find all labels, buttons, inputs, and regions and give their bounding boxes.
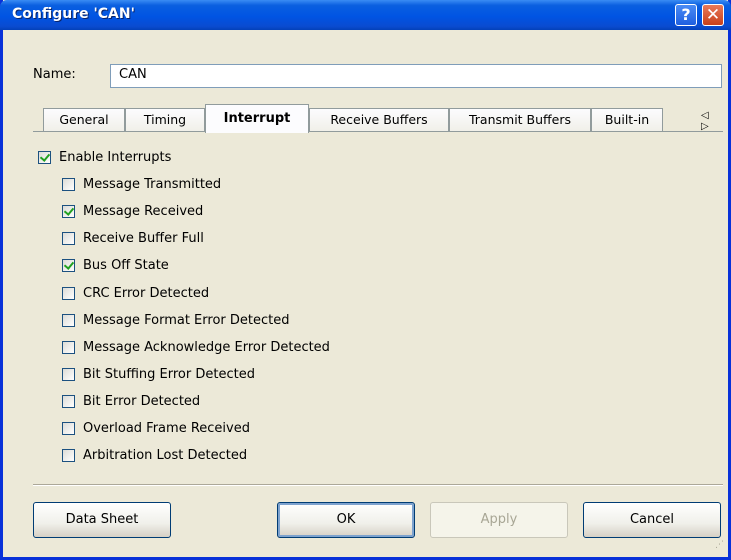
interrupt-checkbox[interactable]	[62, 258, 75, 272]
interrupt-option[interactable]: Message Format Error Detected	[62, 311, 289, 329]
tab-built-in[interactable]: Built-in	[591, 108, 663, 132]
tab-transmit-buffers[interactable]: Transmit Buffers	[449, 108, 591, 132]
interrupt-checkbox[interactable]	[62, 340, 75, 354]
enable-interrupts-option[interactable]: Enable Interrupts	[38, 148, 171, 166]
interrupt-checkbox[interactable]	[62, 421, 75, 435]
tab-timing[interactable]: Timing	[125, 108, 205, 132]
title-bar[interactable]: Configure 'CAN' ? ✕	[0, 0, 731, 30]
interrupt-checkbox[interactable]	[62, 231, 75, 245]
interrupt-option[interactable]: Message Transmitted	[62, 175, 221, 193]
tab-interrupt[interactable]: Interrupt	[205, 104, 309, 133]
data-sheet-button[interactable]: Data Sheet	[33, 502, 171, 538]
resize-grip-icon[interactable]: ⋰	[715, 540, 724, 550]
checkbox-label: Receive Buffer Full	[83, 230, 204, 246]
tab-receive-buffers[interactable]: Receive Buffers	[309, 108, 449, 132]
interrupt-checkbox[interactable]	[62, 448, 75, 462]
enable-interrupts-checkbox[interactable]	[38, 150, 51, 164]
interrupt-checkbox[interactable]	[62, 313, 75, 327]
interrupt-option[interactable]: Bus Off State	[62, 256, 169, 274]
close-button[interactable]: ✕	[702, 4, 724, 26]
ok-button[interactable]: OK	[277, 502, 415, 538]
interrupt-option[interactable]: Receive Buffer Full	[62, 229, 204, 247]
interrupt-option[interactable]: Overload Frame Received	[62, 419, 250, 437]
checkbox-label: Message Transmitted	[83, 176, 222, 192]
cancel-button[interactable]: Cancel	[583, 502, 721, 538]
interrupt-option[interactable]: Message Received	[62, 202, 203, 220]
checkbox-label: Overload Frame Received	[83, 420, 250, 436]
interrupt-option[interactable]: Message Acknowledge Error Detected	[62, 338, 330, 356]
window-title: Configure 'CAN'	[12, 6, 135, 22]
checkbox-label: Bit Stuffing Error Detected	[83, 366, 255, 382]
checkbox-label: CRC Error Detected	[83, 285, 210, 301]
name-input[interactable]: CAN	[110, 64, 722, 88]
interrupt-checkbox[interactable]	[62, 286, 75, 300]
button-separator	[33, 484, 723, 486]
configure-dialog: Configure 'CAN' ? ✕ Name: CAN General Ti…	[0, 0, 731, 560]
interrupt-checkbox[interactable]	[62, 204, 75, 218]
tab-strip: General Timing Interrupt Receive Buffers…	[33, 104, 723, 133]
interrupt-option[interactable]: Bit Error Detected	[62, 392, 200, 410]
checkbox-label: Message Acknowledge Error Detected	[83, 339, 330, 355]
apply-button[interactable]: Apply	[430, 502, 568, 538]
checkbox-label: Message Format Error Detected	[83, 312, 290, 328]
checkbox-label: Message Received	[83, 203, 204, 219]
help-button[interactable]: ?	[675, 4, 697, 26]
interrupt-option[interactable]: CRC Error Detected	[62, 284, 209, 302]
checkbox-label: Bus Off State	[83, 257, 169, 273]
tab-scroll-arrows-icon[interactable]: ◁ ▷	[701, 110, 723, 132]
checkbox-label: Enable Interrupts	[59, 149, 172, 165]
checkbox-label: Arbitration Lost Detected	[83, 447, 248, 463]
interrupt-checkbox[interactable]	[62, 394, 75, 408]
interrupt-option[interactable]: Arbitration Lost Detected	[62, 446, 247, 464]
interrupt-checkbox[interactable]	[62, 177, 75, 191]
tab-general[interactable]: General	[43, 108, 125, 132]
name-label: Name:	[33, 67, 76, 82]
interrupt-checkbox[interactable]	[62, 367, 75, 381]
checkbox-label: Bit Error Detected	[83, 393, 201, 409]
interrupt-option[interactable]: Bit Stuffing Error Detected	[62, 365, 255, 383]
